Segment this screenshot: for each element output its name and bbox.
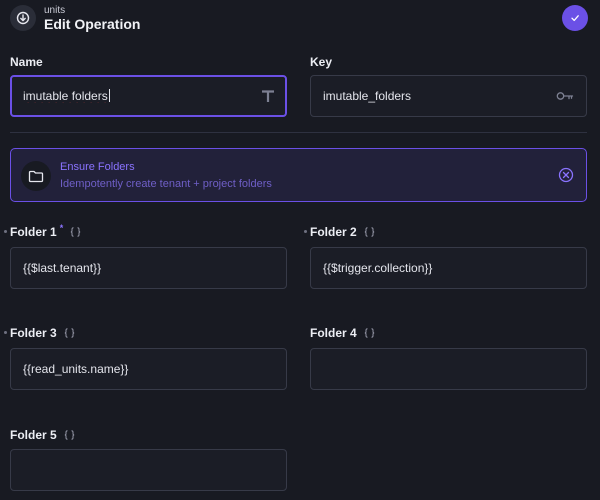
key-label: Key [310, 55, 332, 69]
key-input-text: imutable_folders [323, 89, 412, 103]
key-icon [556, 91, 574, 101]
check-icon [571, 15, 579, 22]
confirm-button[interactable] [562, 5, 588, 31]
key-label-text: Key [310, 55, 333, 69]
braces-icon[interactable] [364, 328, 375, 338]
name-input-text: imutable folders [23, 89, 108, 103]
folder-3-input[interactable]: {{read_units.name}} [10, 348, 287, 390]
circle-arrow-icon[interactable] [10, 5, 36, 31]
folder-2-label: Folder 2 [304, 225, 375, 239]
folder-1-value: {{$last.tenant}} [23, 261, 102, 275]
key-input[interactable]: imutable_folders [310, 75, 587, 117]
operation-card[interactable]: Ensure Folders Idempotently create tenan… [10, 148, 587, 202]
folder-5-label: Folder 5 [10, 428, 75, 442]
divider [10, 132, 587, 133]
folder-5-input[interactable] [10, 449, 287, 491]
required-star: * [59, 223, 64, 233]
folder-1-label: Folder 1 * [4, 223, 81, 239]
braces-icon[interactable] [70, 227, 81, 237]
folder-icon [21, 161, 51, 191]
required-dot [4, 331, 7, 334]
folder-3-label-text: Folder 3 [10, 326, 57, 340]
braces-icon[interactable] [364, 227, 375, 237]
close-circle-icon[interactable] [558, 167, 574, 183]
name-label-text: Name [10, 55, 43, 69]
header: units Edit Operation [10, 5, 588, 32]
name-label: Name [10, 55, 43, 69]
name-input[interactable]: imutable folders [10, 75, 287, 117]
folder-5-label-text: Folder 5 [10, 428, 57, 442]
folder-2-label-text: Folder 2 [310, 225, 357, 239]
page-title: Edit Operation [44, 16, 141, 32]
braces-icon[interactable] [64, 430, 75, 440]
header-subtitle: units [44, 5, 66, 16]
text-caret [108, 89, 110, 102]
folder-4-label: Folder 4 [310, 326, 375, 340]
required-dot [4, 230, 7, 233]
folder-3-value: {{read_units.name}} [23, 362, 129, 376]
braces-icon[interactable] [64, 328, 75, 338]
operation-title: Ensure Folders [60, 161, 135, 173]
required-dot [304, 230, 307, 233]
text-type-icon [262, 90, 274, 102]
folder-4-label-text: Folder 4 [310, 326, 357, 340]
folder-2-value: {{$trigger.collection}} [323, 261, 433, 275]
folder-4-input[interactable] [310, 348, 587, 390]
folder-3-label: Folder 3 [4, 326, 75, 340]
name-input-value: imutable folders [23, 89, 262, 103]
folder-1-input[interactable]: {{$last.tenant}} [10, 247, 287, 289]
folder-2-input[interactable]: {{$trigger.collection}} [310, 247, 587, 289]
folder-1-label-text: Folder 1 [10, 225, 57, 239]
operation-description: Idempotently create tenant + project fol… [60, 178, 272, 190]
